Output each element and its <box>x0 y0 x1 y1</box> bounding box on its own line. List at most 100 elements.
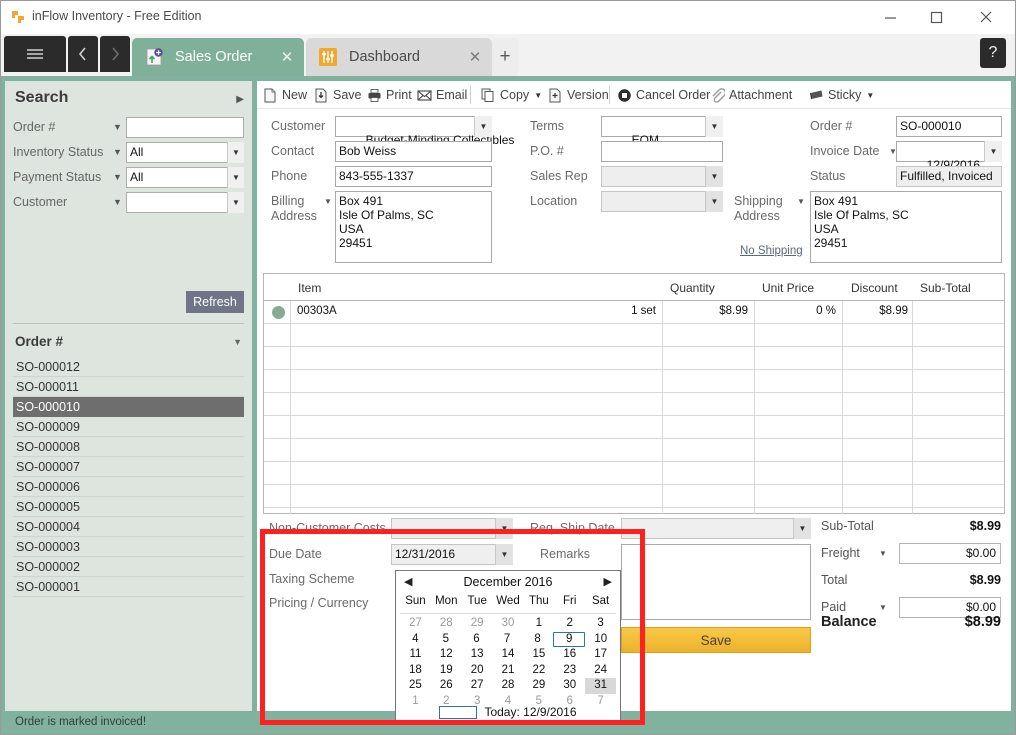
calendar-day-cell[interactable]: 7 <box>492 632 523 648</box>
calendar-day-cell[interactable]: 28 <box>431 616 462 632</box>
tab-dashboard[interactable]: Dashboard ✕ <box>306 38 492 76</box>
calendar-day-cell[interactable]: 9 <box>553 632 586 648</box>
calendar-day-grid[interactable]: 2728293012345678910111213141516171819202… <box>400 613 616 709</box>
chevron-down-icon[interactable]: ▼ <box>705 116 723 137</box>
po-number-input[interactable] <box>601 141 723 162</box>
chevron-down-icon[interactable]: ▼ <box>984 141 1002 162</box>
copy-button[interactable]: Copy ▼ <box>481 85 542 105</box>
sales-rep-select[interactable]: ▼ <box>601 166 723 187</box>
freight-chevron-down-icon[interactable]: ▼ <box>879 549 887 558</box>
nav-back-button[interactable] <box>68 36 98 72</box>
location-select[interactable]: ▼ <box>601 191 723 212</box>
chevron-down-icon[interactable]: ▼ <box>227 192 244 213</box>
chevron-down-icon[interactable]: ▼ <box>113 122 122 132</box>
table-row-empty[interactable] <box>264 416 1004 439</box>
cell-sub-total[interactable]: $8.99 <box>854 305 908 317</box>
date-picker-calendar[interactable]: ◀ December 2016 ▶ SunMonTueWedThuFriSat … <box>395 570 621 725</box>
calendar-day-cell[interactable]: 26 <box>431 678 462 694</box>
chevron-down-icon[interactable]: ▼ <box>495 544 513 565</box>
remarks-textarea[interactable] <box>621 544 811 620</box>
calendar-day-cell[interactable]: 23 <box>554 663 585 679</box>
freight-input[interactable]: $0.00 <box>899 543 1001 564</box>
order-list[interactable]: SO-000012SO-000011SO-000010SO-000009SO-0… <box>13 357 244 735</box>
shipping-address-input[interactable]: Box 491 Isle Of Palms, SC USA 29451 <box>810 191 1002 263</box>
search-select-inventory-status[interactable]: All ▼ <box>126 142 244 163</box>
calendar-day-cell[interactable]: 29 <box>462 616 493 632</box>
new-button[interactable]: New <box>263 85 307 105</box>
calendar-day-cell[interactable]: 18 <box>400 663 431 679</box>
close-button[interactable] <box>963 1 1009 33</box>
calendar-day-cell[interactable]: 13 <box>462 647 493 663</box>
minimize-button[interactable] <box>867 1 913 33</box>
due-date-picker[interactable]: 12/31/2016 ▼ <box>391 544 513 565</box>
new-tab-button[interactable]: + <box>492 38 518 76</box>
calendar-day-cell[interactable]: 6 <box>461 632 492 648</box>
table-row[interactable]: 00303A 1 set $8.99 0 % $8.99 <box>264 301 1004 324</box>
cell-quantity[interactable]: 1 set <box>594 305 656 317</box>
attachment-button[interactable]: Attachment <box>710 85 792 105</box>
calendar-day-cell[interactable]: 4 <box>400 632 431 648</box>
calendar-month-title[interactable]: December 2016 <box>396 575 620 589</box>
chevron-down-icon[interactable]: ▼ <box>227 142 244 163</box>
customer-select[interactable]: Budget-Minding Collectibles ▼ <box>335 116 492 137</box>
calendar-day-cell[interactable]: 19 <box>431 663 462 679</box>
list-item[interactable]: SO-000011 <box>13 377 244 397</box>
calendar-next-month-icon[interactable]: ▶ <box>604 575 612 588</box>
refresh-button[interactable]: Refresh <box>186 291 244 313</box>
cell-discount[interactable]: 0 % <box>774 305 836 317</box>
tab-sales-order[interactable]: Sales Order ✕ <box>132 38 304 76</box>
list-item[interactable]: SO-000001 <box>13 577 244 597</box>
nav-forward-button[interactable] <box>100 36 130 72</box>
save-button[interactable]: Save <box>314 85 362 105</box>
table-row-empty[interactable] <box>264 393 1004 416</box>
invoice-date-picker[interactable]: 12/9/2016 ▼ <box>896 141 1002 162</box>
calendar-day-cell[interactable]: 5 <box>431 632 462 648</box>
calendar-day-cell[interactable]: 8 <box>522 632 553 648</box>
cancel-order-button[interactable]: Cancel Order <box>617 85 710 105</box>
calendar-day-cell[interactable]: 22 <box>523 663 554 679</box>
calendar-day-cell[interactable]: 10 <box>585 632 616 648</box>
cell-item[interactable]: 00303A <box>297 305 337 317</box>
help-button[interactable]: ? <box>980 38 1006 68</box>
search-input-order-no[interactable] <box>126 117 244 138</box>
tab-close-icon[interactable]: ✕ <box>466 48 484 66</box>
calendar-day-cell[interactable]: 11 <box>400 647 431 663</box>
sort-chevron-down-icon[interactable]: ▼ <box>233 337 242 347</box>
calendar-day-cell[interactable]: 3 <box>585 616 616 632</box>
calendar-day-cell[interactable]: 21 <box>493 663 524 679</box>
chevron-down-icon[interactable]: ▼ <box>705 191 723 212</box>
chevron-down-icon[interactable]: ▼ <box>495 518 513 539</box>
calendar-day-cell[interactable]: 31 <box>585 678 616 694</box>
list-item[interactable]: SO-000008 <box>13 437 244 457</box>
calendar-day-cell[interactable]: 14 <box>493 647 524 663</box>
calendar-footer[interactable]: Today: 12/9/2016 <box>396 703 620 721</box>
list-item[interactable]: SO-000004 <box>13 517 244 537</box>
req-ship-date-picker[interactable]: ▼ <box>621 518 811 539</box>
calendar-day-cell[interactable]: 12 <box>431 647 462 663</box>
chevron-down-icon[interactable]: ▼ <box>113 172 122 182</box>
calendar-day-cell[interactable]: 15 <box>523 647 554 663</box>
chevron-down-icon[interactable]: ▼ <box>113 197 122 207</box>
non-customer-costs-select[interactable]: ▼ <box>391 518 513 539</box>
terms-select[interactable]: EOM ▼ <box>601 116 723 137</box>
search-select-payment-status[interactable]: All ▼ <box>126 167 244 188</box>
calendar-day-cell[interactable]: 16 <box>554 647 585 663</box>
calendar-day-cell[interactable]: 25 <box>400 678 431 694</box>
table-row-empty[interactable] <box>264 439 1004 462</box>
contact-input[interactable]: Bob Weiss <box>335 141 492 162</box>
calendar-day-cell[interactable]: 17 <box>585 647 616 663</box>
calendar-day-cell[interactable]: 30 <box>554 678 585 694</box>
save-order-button[interactable]: Save <box>621 627 811 653</box>
line-items-grid[interactable]: Item Quantity Unit Price Discount Sub-To… <box>263 273 1005 514</box>
order-list-header[interactable]: Order # ▼ <box>13 331 244 355</box>
list-item[interactable]: SO-000010 <box>13 397 244 417</box>
chevron-down-icon[interactable]: ▼ <box>793 518 811 539</box>
calendar-day-cell[interactable]: 2 <box>554 616 585 632</box>
search-select-customer[interactable]: ▼ <box>126 192 244 213</box>
calendar-day-cell[interactable]: 24 <box>585 663 616 679</box>
calendar-day-cell[interactable]: 29 <box>523 678 554 694</box>
hamburger-menu-button[interactable] <box>4 36 66 72</box>
shipping-address-chevron-down-icon[interactable]: ▼ <box>797 197 805 206</box>
order-number-input[interactable]: SO-000010 <box>896 116 1002 137</box>
calendar-day-cell[interactable]: 27 <box>462 678 493 694</box>
